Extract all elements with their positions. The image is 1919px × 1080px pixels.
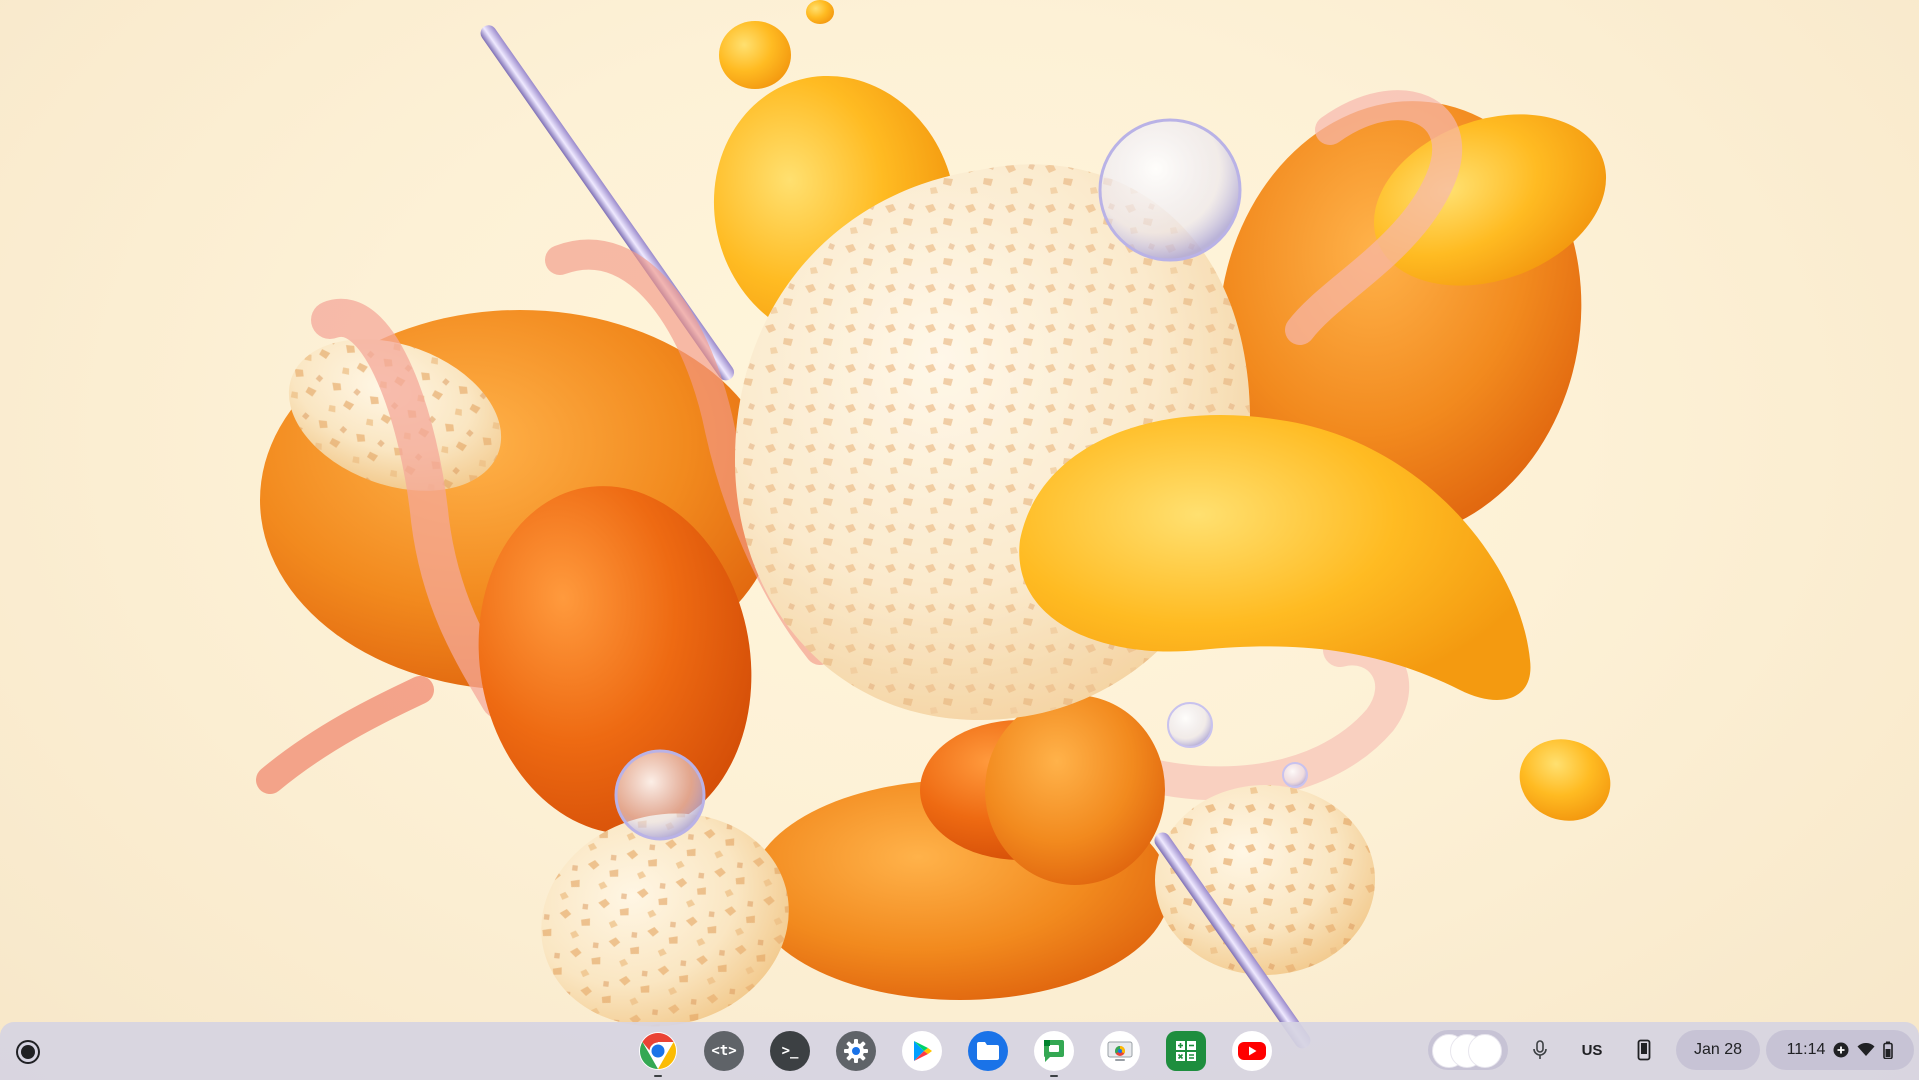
- desktop: <t> >_ US Jan 28 11:14: [0, 0, 1919, 1080]
- app-terminal[interactable]: >_: [770, 1031, 810, 1071]
- app-remote-desktop[interactable]: [1100, 1031, 1140, 1071]
- app-chrome[interactable]: [638, 1031, 678, 1077]
- files-folder-icon: [977, 1042, 999, 1060]
- ime-label: US: [1581, 1041, 1603, 1059]
- pinned-apps: <t> >_: [638, 1031, 1272, 1077]
- date-label: Jan 28: [1693, 1041, 1743, 1058]
- app-text[interactable]: <t>: [704, 1031, 744, 1071]
- holding-space-icon: [1430, 1032, 1506, 1068]
- microphone-icon: [1533, 1040, 1547, 1059]
- wallpaper: [256, 0, 1611, 1049]
- phone-icon: [1637, 1039, 1651, 1061]
- date-tray[interactable]: Jan 28: [1676, 1030, 1760, 1070]
- app-files[interactable]: [968, 1031, 1008, 1071]
- add-circle-icon: [1833, 1042, 1849, 1058]
- terminal-icon: >_: [781, 1043, 799, 1059]
- caret-text-icon: <t>: [711, 1043, 737, 1059]
- app-chat[interactable]: [1034, 1031, 1074, 1077]
- chrome-icon: [639, 1032, 677, 1070]
- app-play-store[interactable]: [902, 1031, 942, 1071]
- dictation-button[interactable]: [1520, 1030, 1560, 1070]
- running-indicator: [654, 1075, 662, 1077]
- play-store-icon: [914, 1041, 932, 1061]
- gear-icon: [844, 1039, 868, 1063]
- chat-icon: [1044, 1040, 1064, 1062]
- battery-icon: [1883, 1041, 1894, 1059]
- launcher-icon: [21, 1045, 35, 1059]
- running-indicator: [1050, 1075, 1058, 1077]
- remote-desktop-icon: [1107, 1041, 1133, 1061]
- wifi-icon: [1857, 1043, 1875, 1056]
- unified-system-tray[interactable]: 11:14: [1766, 1030, 1914, 1070]
- app-calculator[interactable]: [1166, 1031, 1206, 1071]
- phone-hub-button[interactable]: [1624, 1030, 1664, 1070]
- shelf: <t> >_ US Jan 28 11:14: [0, 1022, 1919, 1080]
- calculator-icon: [1176, 1041, 1196, 1061]
- app-youtube[interactable]: [1232, 1031, 1272, 1071]
- app-settings[interactable]: [836, 1031, 876, 1071]
- time-label: 11:14: [1786, 1041, 1826, 1058]
- launcher-button[interactable]: [14, 1038, 42, 1066]
- holding-space-tray[interactable]: [1428, 1030, 1508, 1070]
- youtube-icon: [1238, 1042, 1266, 1060]
- ime-menu-button[interactable]: US: [1572, 1030, 1612, 1070]
